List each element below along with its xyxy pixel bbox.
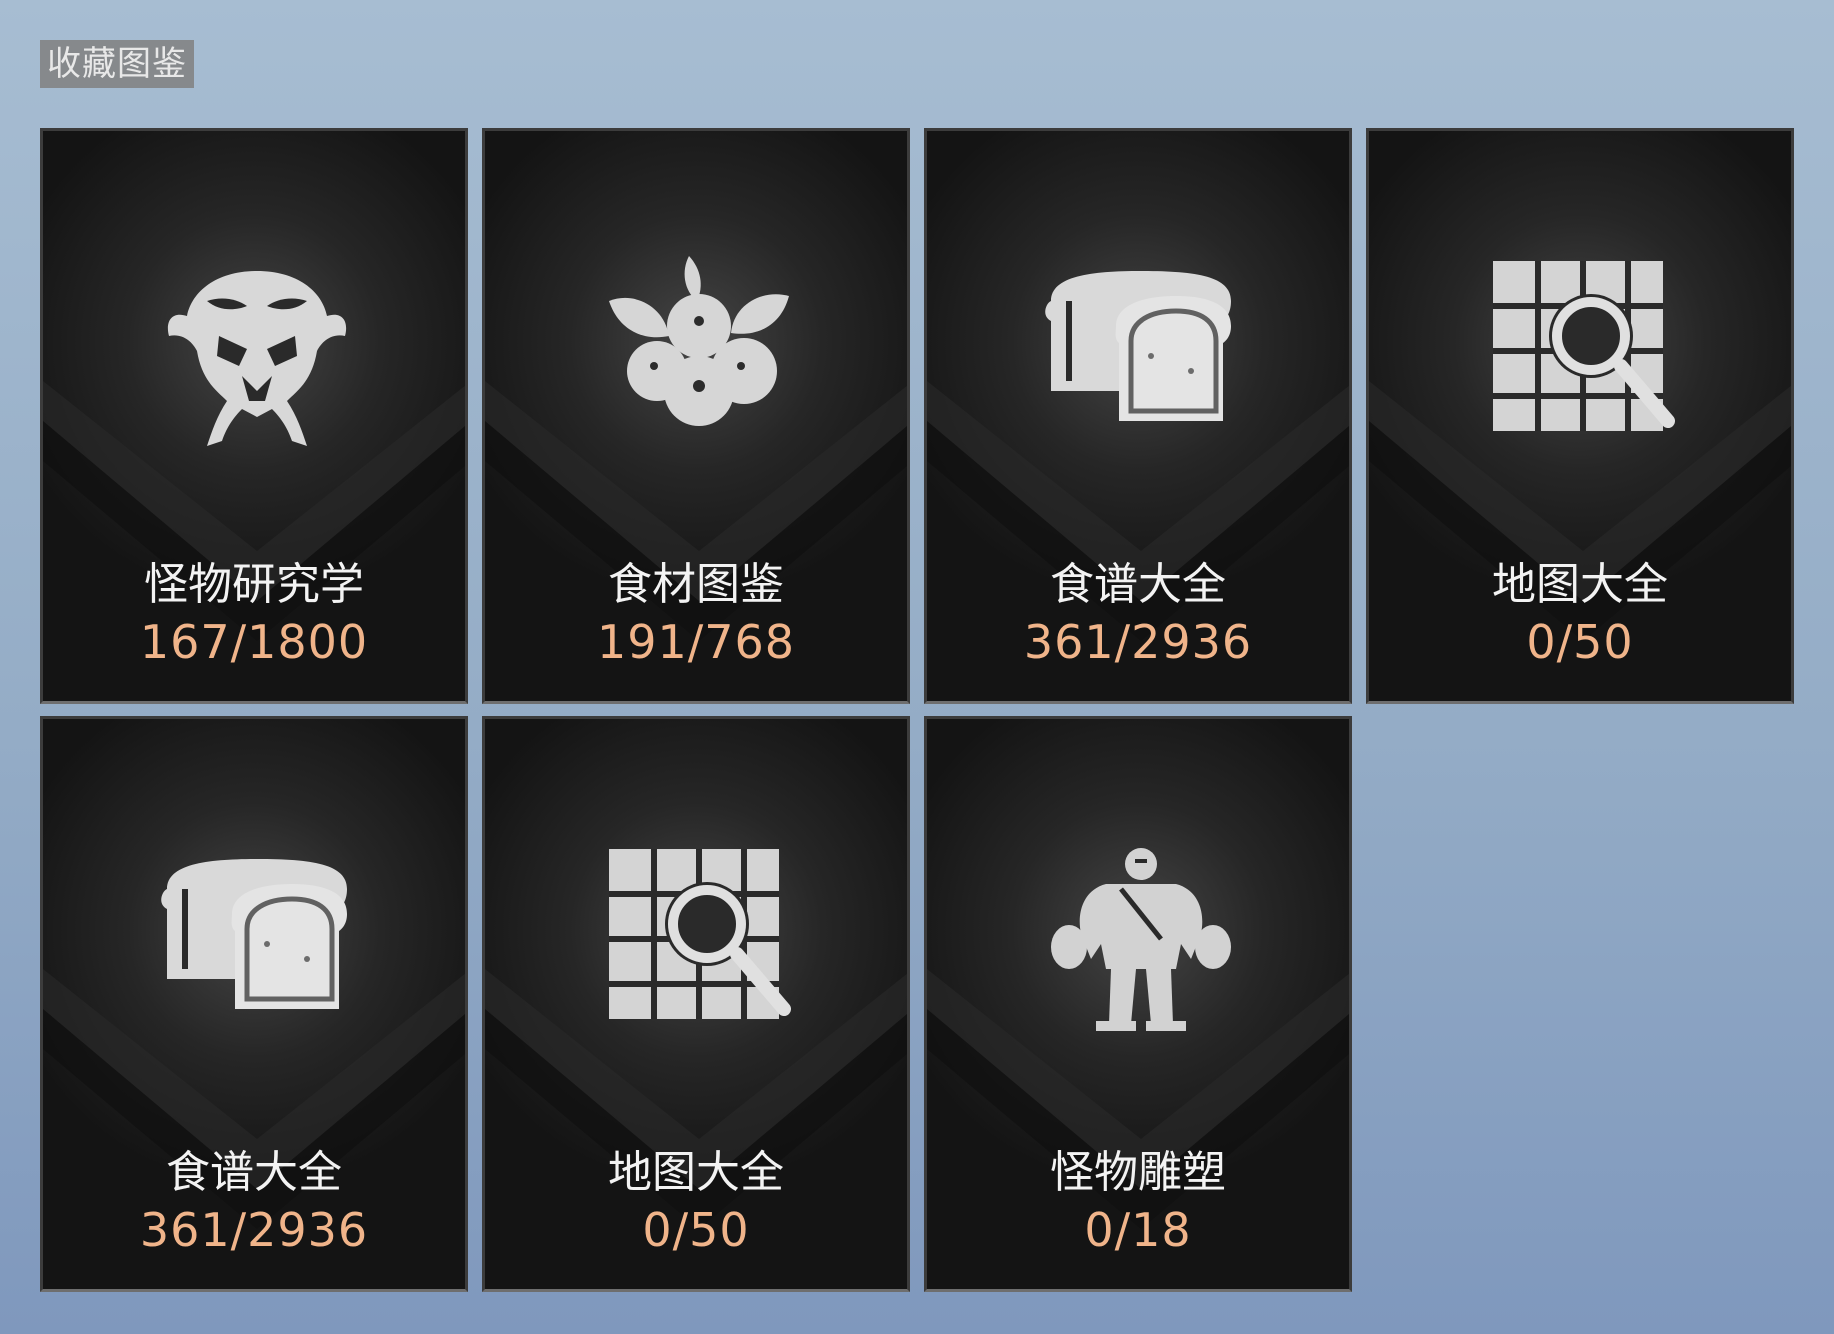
card-name: 怪物研究学 [144, 559, 364, 610]
card-recipes[interactable]: 食谱大全 361/2936 [924, 128, 1352, 704]
card-maps-2[interactable]: 地图大全 0/50 [482, 716, 910, 1292]
map-magnifier-icon [1473, 241, 1693, 461]
card-count: 191/768 [596, 615, 796, 669]
card-count: 0/18 [1084, 1203, 1192, 1257]
monster-skull-icon [147, 241, 367, 461]
card-name: 地图大全 [608, 1147, 784, 1198]
card-maps[interactable]: 地图大全 0/50 [1366, 128, 1794, 704]
card-name: 食谱大全 [166, 1147, 342, 1198]
card-name: 食材图鉴 [608, 559, 784, 610]
collection-grid: 怪物研究学 167/1800 食材图鉴 191/768 食谱大全 361/293… [0, 0, 1834, 1334]
card-name: 食谱大全 [1050, 559, 1226, 610]
map-magnifier-icon [589, 829, 809, 1049]
berries-icon [589, 241, 809, 461]
monster-statue-icon [1031, 829, 1251, 1049]
card-count: 167/1800 [139, 615, 369, 669]
bread-icon [1031, 241, 1251, 461]
card-monster-statues[interactable]: 怪物雕塑 0/18 [924, 716, 1352, 1292]
card-name: 怪物雕塑 [1050, 1147, 1226, 1198]
card-count: 361/2936 [1023, 615, 1253, 669]
bread-icon [147, 829, 367, 1049]
card-count: 361/2936 [139, 1203, 369, 1257]
card-count: 0/50 [1526, 615, 1634, 669]
card-ingredients[interactable]: 食材图鉴 191/768 [482, 128, 910, 704]
card-count: 0/50 [642, 1203, 750, 1257]
card-recipes-2[interactable]: 食谱大全 361/2936 [40, 716, 468, 1292]
card-monster-research[interactable]: 怪物研究学 167/1800 [40, 128, 468, 704]
card-name: 地图大全 [1492, 559, 1668, 610]
